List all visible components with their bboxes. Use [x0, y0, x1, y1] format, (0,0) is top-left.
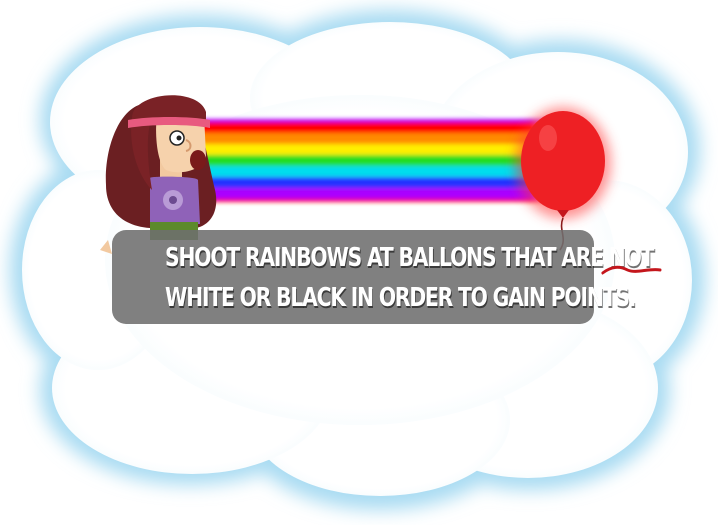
rainbow-band — [186, 133, 550, 145]
rainbow-edge — [186, 119, 550, 122]
rainbow-band — [186, 155, 550, 167]
rainbow-band — [186, 177, 550, 189]
caption-line-1: SHOOT RAINBOWS AT BALLONS THAT ARE NOT — [165, 238, 662, 278]
caption-line-1-text: SHOOT RAINBOWS AT BALLONS THAT ARE — [165, 243, 609, 273]
rainbow-band — [186, 144, 550, 156]
caption-emphasis-word: NOT — [601, 238, 662, 278]
rainbow-beam — [186, 119, 550, 202]
tutorial-caption: SHOOT RAINBOWS AT BALLONS THAT ARE NOT W… — [112, 230, 662, 324]
underline-scribble — [601, 265, 662, 275]
rainbow-band — [186, 166, 550, 178]
tutorial-screen: SHOOT RAINBOWS AT BALLONS THAT ARE NOT W… — [0, 0, 718, 525]
rainbow-band — [186, 188, 550, 200]
red-balloon — [515, 107, 611, 251]
rainbow-edge — [186, 199, 550, 202]
rainbow-band — [186, 122, 550, 134]
caption-line-2: WHITE OR BLACK IN ORDER TO GAIN POINTS. — [165, 283, 636, 313]
